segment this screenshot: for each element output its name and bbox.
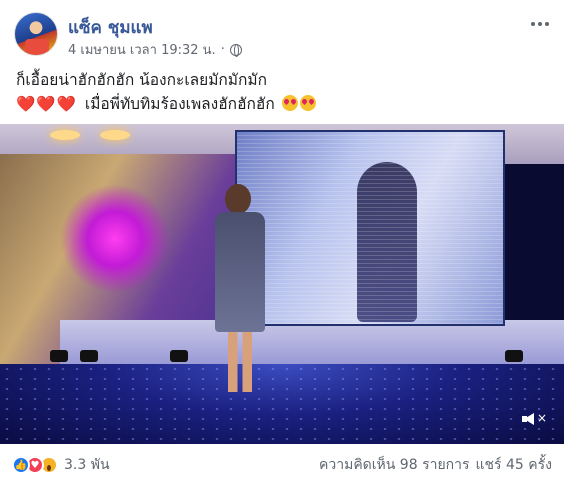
singer-figure [210, 184, 270, 404]
stage-light-icon [170, 350, 188, 362]
hearts-emoji: ❤️❤️❤️ [16, 95, 77, 113]
heart-eyes-emoji-icon [281, 95, 298, 111]
post-text-line-2-label: เมื่อพี่ทับทิมร้องเพลงฮักฮักฮัก [84, 95, 275, 113]
meta-separator: · [220, 42, 225, 57]
post-footer: 👍 ♥ 3.3 พัน ความคิดเห็น 98 รายการ แชร์ 4… [12, 452, 552, 478]
post-text-line-1: ก็เอื้อยน่าฮักฮักฮัก น้องกะเลยมักมักมัก [16, 71, 268, 89]
post-text: ก็เอื้อยน่าฮักฮักฮัก น้องกะเลยมักมักมัก … [16, 68, 548, 116]
reactions-summary[interactable]: 👍 ♥ 3.3 พัน [12, 454, 110, 476]
stage-light-icon [80, 350, 98, 362]
video-player[interactable]: × [0, 124, 564, 444]
like-icon: 👍 [12, 456, 30, 474]
shares-count[interactable]: แชร์ 45 ครั้ง [476, 454, 552, 476]
post-stats: ความคิดเห็น 98 รายการ แชร์ 45 ครั้ง [319, 454, 552, 476]
author-name[interactable]: แซ็ค ชุมแพ [68, 14, 153, 41]
volume-mute-icon[interactable]: × [522, 408, 548, 430]
reaction-count[interactable]: 3.3 พัน [64, 454, 110, 476]
globe-icon[interactable] [229, 43, 242, 57]
post-text-line-2: ❤️❤️❤️ เมื่อพี่ทับทิมร้องเพลงฮักฮักฮัก [16, 92, 548, 116]
stage-light-icon [505, 350, 523, 362]
facebook-post: แซ็ค ชุมแพ 4 เมษายน เวลา 19:32 น. · ก็เอ… [0, 0, 564, 488]
heart-eyes-emoji-icon [299, 95, 316, 111]
more-horizontal-icon[interactable] [528, 16, 552, 32]
author-avatar[interactable] [14, 12, 58, 56]
post-header: แซ็ค ชุมแพ 4 เมษายน เวลา 19:32 น. · [12, 10, 552, 60]
stage-light-glow [60, 184, 170, 294]
stage-floor [0, 364, 564, 444]
comments-count[interactable]: ความคิดเห็น 98 รายการ [319, 454, 470, 476]
post-meta: 4 เมษายน เวลา 19:32 น. · [68, 39, 242, 60]
led-screen [235, 130, 505, 326]
stage-light-icon [50, 350, 68, 362]
post-timestamp[interactable]: 4 เมษายน เวลา 19:32 น. [68, 39, 216, 60]
